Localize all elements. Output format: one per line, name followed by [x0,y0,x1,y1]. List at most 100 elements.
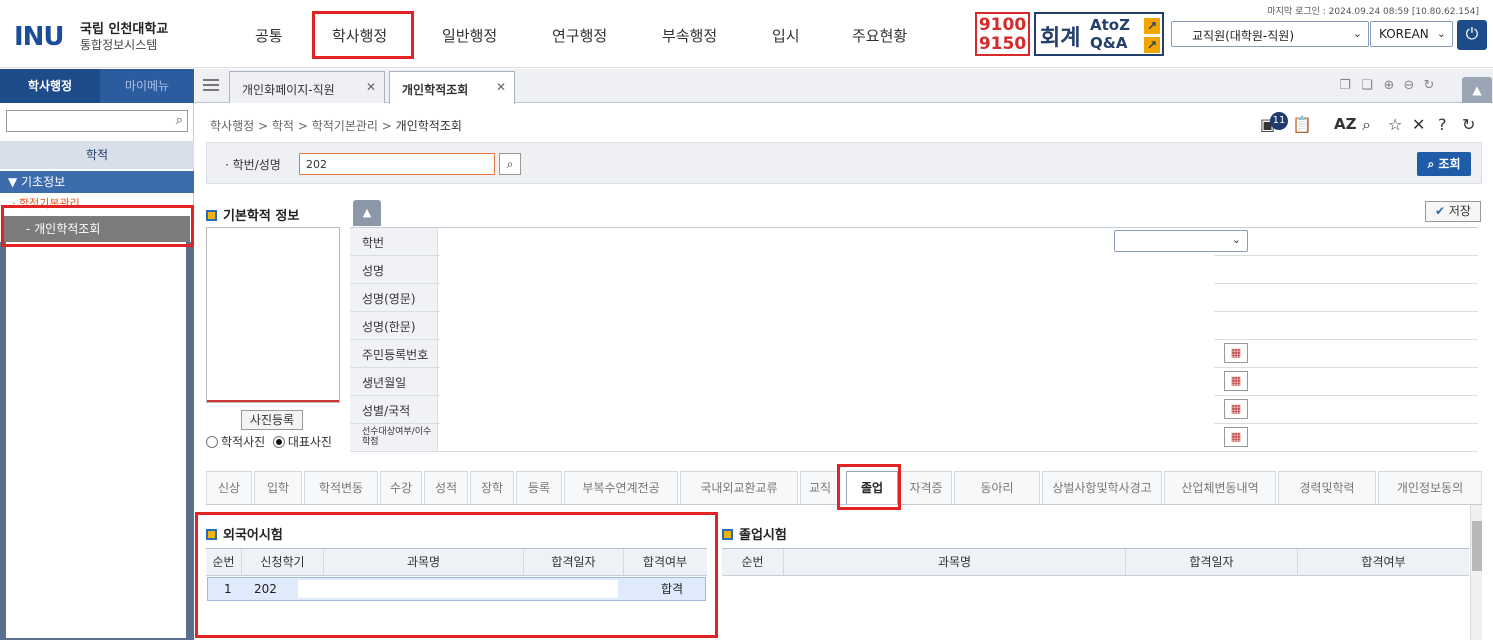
save-button[interactable]: ✔ 저장 [1425,201,1481,222]
logout-power-button[interactable]: ⏻ [1457,20,1487,50]
nav-academic[interactable]: 학사행정 [332,25,387,46]
info-dropdown[interactable]: ⌄ [1114,230,1248,252]
last-login-info: 마지막 로그인 : 2024.09.24 08:59 [10.80.62.154… [1267,7,1479,17]
column-header[interactable]: 과목명 [324,549,524,576]
chevron-down-icon: ⌄ [1231,233,1241,246]
chevron-down-icon: ⌄ [1352,27,1362,40]
sidebar-tab-mymenu[interactable]: 마이메뉴 [100,69,194,103]
tab-record-change[interactable]: 학적변동 [304,471,378,504]
breadcrumb-separator: > [381,119,392,133]
help-icon[interactable]: ? [1438,115,1447,134]
scroll-top-button[interactable]: ▲ [1462,77,1492,103]
student-id-name-input[interactable]: 202 [299,153,495,175]
nav-common[interactable]: 공통 [255,25,283,46]
tab-clubs[interactable]: 동아리 [954,471,1040,504]
column-header[interactable]: 합격여부 [1298,549,1469,576]
tab-registration[interactable]: 등록 [516,471,562,504]
refresh-icon[interactable]: ↻ [1422,79,1436,93]
atoz-text: AtoZ Q&A [1090,16,1130,52]
accounting-atoz-banner[interactable]: 회계 AtoZ Q&A ↗ ↗ [1034,12,1164,56]
calendar-icon[interactable]: ▦ [1224,343,1248,363]
close-icon[interactable]: ✕ [496,80,506,94]
inu-logo[interactable]: INU [14,22,65,52]
column-header[interactable]: 순번 [722,549,784,576]
graduation-exam-title-text: 졸업시험 [739,528,787,543]
close-icon[interactable]: ✕ [366,80,376,94]
nav-status[interactable]: 주요현황 [852,25,907,46]
column-header[interactable]: 순번 [206,549,242,576]
photo-register-button[interactable]: 사진등록 [241,410,303,430]
sidebar-tab-academic[interactable]: 학사행정 [0,69,100,103]
search-icon[interactable]: ⌕ [176,113,183,128]
phone-banner[interactable]: 9100 9150 [975,12,1030,56]
nav-affiliated[interactable]: 부속행정 [662,25,717,46]
language-select-value: KOREAN [1379,27,1429,41]
tab-teaching[interactable]: 교직 [800,471,840,504]
sidebar-search-input[interactable]: ⌕ [6,110,188,132]
scrollbar-thumb[interactable] [1472,521,1482,571]
tab-grades[interactable]: 성적 [424,471,468,504]
nav-research[interactable]: 연구행정 [552,25,607,46]
table-row[interactable]: 1 202 합격 [207,577,706,601]
vertical-scrollbar[interactable] [1470,505,1482,640]
section-icon [206,529,217,540]
tab-awards-warnings[interactable]: 상벌사항및학사경고 [1042,471,1162,504]
sidebar-item-personal-record[interactable]: - 개인학적조회 [4,216,190,242]
tools-icon[interactable]: ✕ [1412,115,1425,134]
sidebar-group-record-mgmt[interactable]: · 학적기본관리 [4,195,190,213]
cell-term: 202 [254,582,277,596]
sort-az-icon[interactable]: AZ [1334,115,1357,133]
tab-privacy-consent[interactable]: 개인정보동의 [1378,471,1482,504]
calendar-icon[interactable]: ▦ [1224,371,1248,391]
calendar-icon[interactable]: ▦ [1224,399,1248,419]
collapse-button[interactable]: ▲ [353,200,381,226]
refresh-icon[interactable]: ↻ [1462,115,1475,134]
star-icon[interactable]: ☆ [1388,115,1402,134]
tab-admission[interactable]: 입학 [254,471,302,504]
tab-graduation[interactable]: 졸업 [846,471,898,504]
tab-exchange[interactable]: 국내외교환교류 [680,471,798,504]
query-button-label: 조회 [1438,157,1461,171]
query-button[interactable]: ⌕ 조회 [1417,152,1471,176]
radio-record-photo[interactable] [206,436,218,448]
search-icon[interactable]: ⌕ [499,153,521,175]
radio-label: 대표사진 [287,435,332,449]
column-header[interactable]: 합격일자 [524,549,624,576]
menu-toggle-icon[interactable] [203,79,219,91]
tab-industry-changes[interactable]: 산업체변동내역 [1164,471,1276,504]
column-header[interactable]: 합격여부 [624,549,706,576]
tab-personal-page[interactable]: 개인화페이지-직원 ✕ [229,71,385,103]
tab-personal[interactable]: 신상 [206,471,252,504]
search-zoom-icon[interactable]: ⌕ [1362,115,1371,135]
window-new-icon[interactable]: ❏ [1360,79,1374,93]
photo-type-radios: 학적사진 대표사진 [206,433,332,450]
app-root: INU 국립 인천대학교 통합정보시스템 공통 학사행정 일반행정 연구행정 부… [0,0,1493,640]
zoom-in-icon[interactable]: ⊕ [1382,79,1396,93]
zoom-out-icon[interactable]: ⊖ [1402,79,1416,93]
clipboard-icon[interactable]: 📋 [1292,115,1312,134]
detail-tab-row: 신상 입학 학적변동 수강 성적 장학 등록 부복수연계전공 국내외교환교류 교… [206,471,1482,505]
radio-representative-photo[interactable] [272,436,285,448]
tab-career-education[interactable]: 경력및학력 [1278,471,1376,504]
tab-certificates[interactable]: 자격증 [900,471,952,504]
tab-personal-record[interactable]: 개인학적조회 ✕ [389,71,515,104]
nav-general[interactable]: 일반행정 [442,25,497,46]
tab-double-major[interactable]: 부복수연계전공 [564,471,678,504]
field-label: 성명 [350,256,438,284]
notice-count-badge: 11 [1270,112,1288,130]
column-header[interactable]: 과목명 [784,549,1126,576]
field-label: 성별/국적 [350,396,438,424]
breadcrumb-item: 학적 [271,119,294,133]
tab-scholarship[interactable]: 장학 [470,471,514,504]
role-select[interactable]: 교직원(대학원-직원) ⌄ [1171,21,1369,47]
language-select[interactable]: KOREAN ⌄ [1370,21,1453,47]
window-restore-icon[interactable]: ❐ [1338,79,1352,93]
sidebar-category-basic[interactable]: ▼ 기초정보 [0,171,194,193]
sidebar-frame [0,242,194,640]
calendar-icon[interactable]: ▦ [1224,427,1248,447]
tab-courses[interactable]: 수강 [380,471,422,504]
column-header[interactable]: 신청학기 [242,549,324,576]
nav-admission[interactable]: 입시 [772,25,800,46]
search-label-text: 학번/성명 [232,158,281,172]
column-header[interactable]: 합격일자 [1126,549,1298,576]
